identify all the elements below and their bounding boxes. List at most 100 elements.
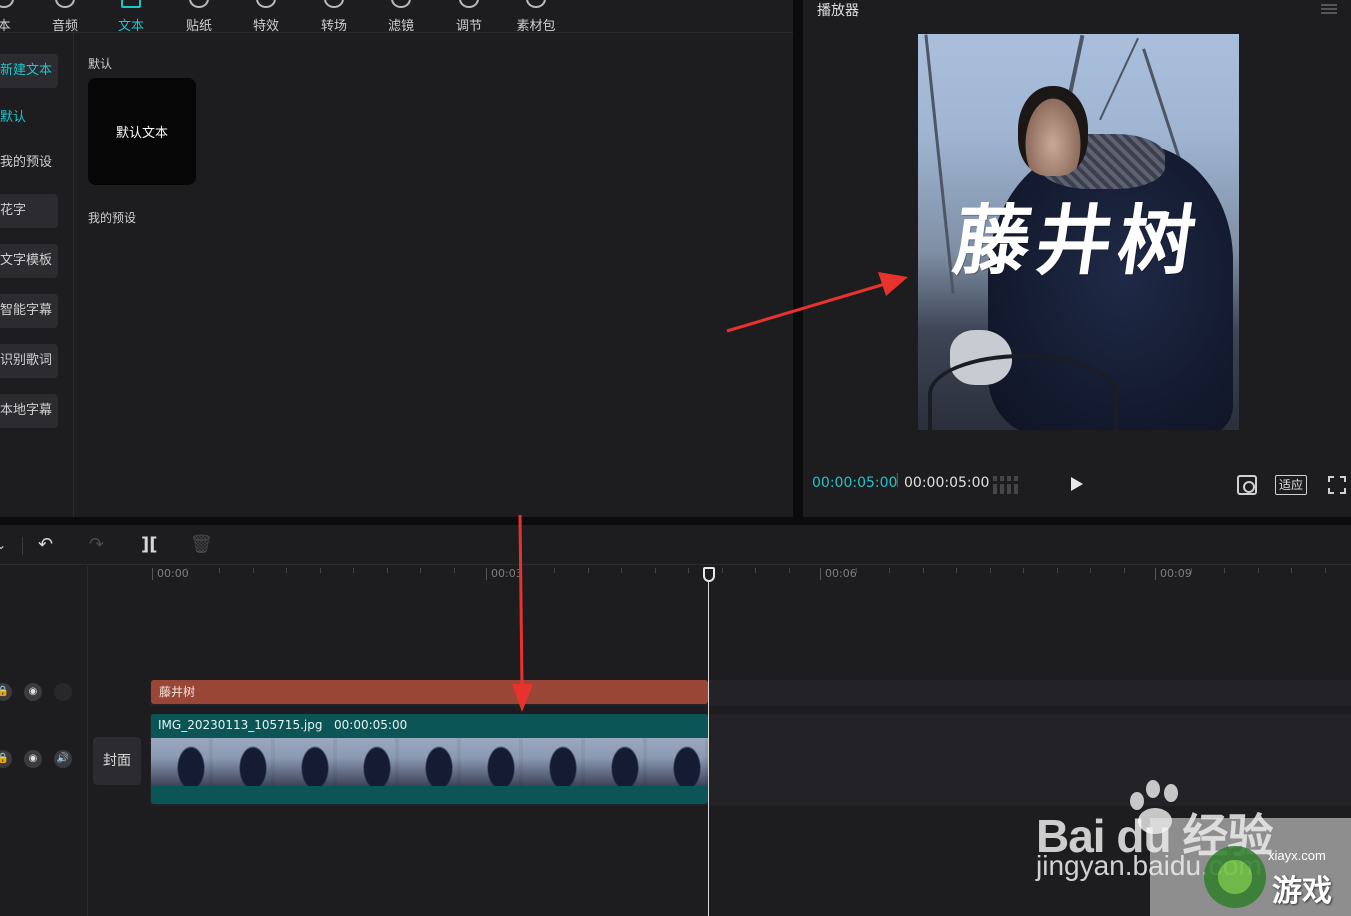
undo-icon[interactable]: ↶ [38, 535, 53, 555]
ruler-tick [788, 568, 790, 573]
eye-icon[interactable]: ◉ [24, 750, 42, 768]
tree-branch [1099, 37, 1139, 121]
media-icon [0, 0, 14, 8]
package-icon [526, 0, 546, 8]
tab-media[interactable]: 本 [0, 0, 34, 34]
nav-lyrics[interactable]: 识别歌词 [0, 344, 58, 378]
total-time: 00:00:05:00 [904, 475, 990, 491]
waveform-icon[interactable] [993, 476, 1021, 494]
ruler-tick [520, 568, 522, 573]
default-text-card[interactable]: 默认文本 [88, 78, 196, 185]
tab-label: 调节 [455, 19, 482, 34]
playhead-line[interactable] [708, 575, 709, 916]
site-watermark: xiayx.com [1268, 848, 1326, 863]
tab-adjust[interactable]: 调节 [439, 0, 499, 34]
current-time: 00:00:05:00 [812, 475, 898, 491]
tab-label: 特效 [252, 19, 279, 34]
preview-text-overlay[interactable]: 藤井树 [918, 179, 1239, 289]
ruler-tick [1291, 568, 1292, 573]
ruler-tick [956, 568, 957, 573]
audio-icon [55, 0, 75, 8]
lock-icon[interactable]: 🔒 [0, 683, 12, 701]
play-button[interactable] [1071, 477, 1083, 491]
menu-icon[interactable] [1321, 4, 1337, 14]
section-title-default: 默认 [88, 57, 113, 71]
nav-default[interactable]: 默认 [0, 101, 58, 135]
cover-button[interactable]: 封面 [93, 737, 141, 785]
ruler-label: 00:00 [152, 568, 189, 580]
ruler-tick [353, 568, 354, 573]
video-clip[interactable]: IMG_20230113_105715.jpg 00:00:05:00 [151, 714, 708, 804]
nav-fancy-text[interactable]: 花字 [0, 194, 58, 228]
lock-icon[interactable]: 🔒 [0, 750, 12, 768]
bicycle [928, 354, 1118, 430]
ruler-tick [721, 568, 723, 573]
ruler-tick [219, 568, 220, 573]
ruler-tick [688, 568, 689, 573]
player-title: 播放器 [817, 3, 859, 19]
ruler-tick [319, 568, 321, 573]
ruler-tick [386, 568, 388, 573]
playhead-handle[interactable] [703, 567, 715, 582]
text-clip[interactable]: 藤井树 [151, 680, 708, 704]
tab-label: 转场 [320, 19, 347, 34]
tab-filter[interactable]: 滤镜 [371, 0, 431, 34]
transition-icon [324, 0, 344, 8]
ruler-tick [286, 568, 287, 573]
game-logo-icon [1195, 838, 1275, 916]
ruler-tick [889, 568, 890, 573]
ruler-tick [1056, 568, 1058, 573]
speaker-icon[interactable]: 🔊 [54, 750, 72, 768]
clip-filename: IMG_20230113_105715.jpg [158, 718, 323, 732]
ruler-tick [755, 568, 756, 573]
ruler-tick [554, 568, 555, 573]
delete-icon: 🗑 [190, 534, 213, 555]
screenshot-icon[interactable] [1237, 475, 1257, 495]
tab-text[interactable]: 文本 [101, 0, 161, 34]
ruler-label: 00:06 [820, 568, 857, 580]
ruler-tick [1090, 568, 1091, 573]
tab-label: 贴纸 [185, 19, 212, 34]
ruler-tick [1190, 568, 1192, 573]
time-ruler[interactable]: 00:00 00:03 00:06 00:09 [150, 566, 1351, 590]
ruler-tick [1224, 568, 1225, 573]
nav-new-text[interactable]: 新建文本 [0, 54, 58, 88]
nav-my-presets[interactable]: 我的预设 [0, 146, 58, 180]
ruler-tick [621, 568, 622, 573]
sticker-icon [189, 0, 209, 8]
redo-icon: ↷ [89, 534, 105, 555]
nav-local-captions[interactable]: 本地字幕 [0, 394, 58, 428]
ruler-label: 00:09 [1155, 568, 1192, 580]
ruler-tick [587, 568, 589, 573]
effects-icon [256, 0, 276, 8]
tab-sticker[interactable]: 贴纸 [169, 0, 229, 34]
chevron-down-icon[interactable]: ⌄ [0, 535, 6, 555]
tab-effects[interactable]: 特效 [236, 0, 296, 34]
mute-placeholder-icon [54, 683, 72, 701]
text-category-nav: 新建文本 默认 我的预设 花字 文字模板 智能字幕 识别歌词 本地字幕 [0, 33, 74, 517]
filter-icon [391, 0, 411, 8]
ratio-button[interactable]: 适应 [1275, 475, 1307, 495]
nav-text-templates[interactable]: 文字模板 [0, 244, 58, 278]
split-icon[interactable]: ][ [141, 535, 157, 555]
person-head [1018, 86, 1088, 176]
tab-audio[interactable]: 音频 [35, 0, 95, 34]
video-preview: 藤井树 [918, 34, 1239, 430]
ruler-tick [654, 568, 656, 573]
nav-auto-captions[interactable]: 智能字幕 [0, 294, 58, 328]
tab-package[interactable]: 素材包 [506, 0, 566, 34]
tab-label: 素材包 [516, 19, 556, 34]
tab-transition[interactable]: 转场 [304, 0, 364, 34]
fullscreen-icon[interactable] [1328, 476, 1346, 494]
material-library-panel: 本 音频 文本 贴纸 特效 转场 滤镜 调节 素材包 新建文本 默认 我的预设 … [0, 0, 793, 517]
ruler-label: 00:03 [486, 568, 523, 580]
text-content-area: 默认 默认文本 我的预设 [74, 33, 793, 517]
ruler-tick [855, 568, 857, 573]
player-panel: 播放器 藤井树 00:00:05:00 | 00:00:05:00 适应 [803, 0, 1351, 517]
time-separator: | [895, 472, 900, 488]
ruler-tick [989, 568, 991, 573]
ruler-tick [453, 568, 455, 573]
clip-duration: 00:00:05:00 [334, 718, 408, 732]
ruler-tick [922, 568, 924, 573]
eye-icon[interactable]: ◉ [24, 683, 42, 701]
